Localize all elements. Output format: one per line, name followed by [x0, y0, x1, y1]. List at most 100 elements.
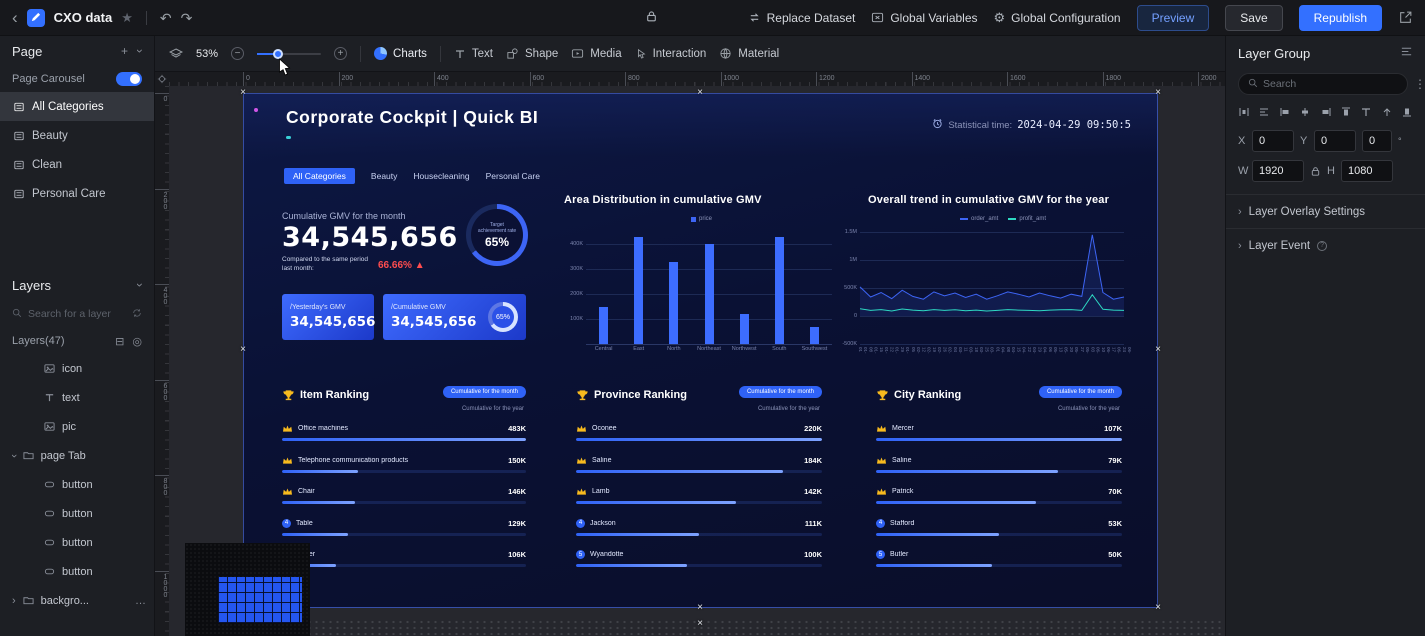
- zoom-in-button[interactable]: +: [334, 47, 348, 60]
- align-top-icon[interactable]: [1340, 106, 1352, 118]
- crown-icon: [576, 424, 587, 433]
- layer-item[interactable]: button: [0, 470, 154, 499]
- panel-list-icon[interactable]: [1400, 45, 1413, 61]
- layers-panel-icon[interactable]: [169, 47, 183, 61]
- layer-overlay-settings-section[interactable]: › Layer Overlay Settings: [1226, 194, 1425, 228]
- layer-item[interactable]: button: [0, 528, 154, 557]
- page-carousel-toggle[interactable]: [116, 72, 142, 86]
- dashboard-artboard[interactable]: Corporate Cockpit | Quick BI Statistical…: [243, 93, 1158, 608]
- chevron-icon[interactable]: ›: [8, 454, 20, 458]
- ranking-period-sub: Cumulative for the year: [1057, 406, 1120, 412]
- resize-handle[interactable]: ×: [1153, 88, 1163, 98]
- export-icon[interactable]: [1398, 10, 1413, 25]
- favorite-star-icon[interactable]: ★: [121, 10, 133, 26]
- dashboard-tab[interactable]: Beauty: [371, 171, 397, 181]
- resize-handle[interactable]: ×: [695, 603, 705, 613]
- x-axis-line: [586, 344, 832, 345]
- resize-handle[interactable]: ×: [695, 619, 705, 629]
- rank-number-badge: 4: [282, 518, 291, 528]
- align-justify-icon[interactable]: [1258, 106, 1270, 118]
- chevron-down-icon[interactable]: ›: [133, 49, 147, 53]
- layer-item[interactable]: › backgro...…: [0, 586, 154, 615]
- layer-group-search[interactable]: [1238, 73, 1408, 95]
- ruler-tick-label: 0: [155, 93, 169, 102]
- menu-interaction[interactable]: Interaction: [635, 48, 706, 60]
- resize-handle[interactable]: ×: [238, 345, 248, 355]
- x-input[interactable]: [1252, 130, 1294, 152]
- move-up-icon[interactable]: [1381, 106, 1393, 118]
- layer-item[interactable]: button: [0, 557, 154, 586]
- y-input[interactable]: [1314, 130, 1356, 152]
- align-center-horizontal-icon[interactable]: [1299, 106, 1311, 118]
- chevron-icon[interactable]: ›: [12, 595, 16, 607]
- more-options-icon[interactable]: ⋮: [1414, 77, 1425, 91]
- chevron-down-icon[interactable]: ›: [133, 283, 147, 287]
- layer-event-section[interactable]: › Layer Event ?: [1226, 228, 1425, 262]
- layer-group-search-input[interactable]: [1263, 78, 1398, 90]
- resize-handle[interactable]: ×: [238, 88, 248, 98]
- zoom-slider[interactable]: [257, 48, 322, 59]
- ranking-period-pill[interactable]: Cumulative for the month: [738, 386, 822, 398]
- layer-item[interactable]: icon: [0, 354, 154, 383]
- more-options-icon[interactable]: …: [135, 595, 146, 607]
- legend-item: order_amt: [960, 216, 998, 222]
- x-axis-label: 05-13: [1058, 347, 1069, 354]
- distribute-horizontal-icon[interactable]: [1238, 106, 1250, 118]
- layer-item-label: icon: [62, 362, 83, 375]
- menu-text[interactable]: Text: [454, 48, 493, 60]
- refresh-icon[interactable]: [132, 305, 142, 323]
- back-button[interactable]: ‹: [12, 9, 18, 26]
- width-input[interactable]: [1252, 160, 1304, 182]
- menu-shape[interactable]: Shape: [506, 47, 558, 60]
- height-input[interactable]: [1341, 160, 1393, 182]
- replace-dataset-button[interactable]: Replace Dataset: [748, 11, 855, 25]
- zoom-slider-knob[interactable]: [273, 48, 284, 59]
- resize-handle[interactable]: ×: [1153, 345, 1163, 355]
- layer-item[interactable]: button: [0, 499, 154, 528]
- ranking-period-pill[interactable]: Cumulative for the month: [1038, 386, 1122, 398]
- dashboard-tab[interactable]: All Categories: [284, 168, 355, 184]
- dashboard-tab[interactable]: Personal Care: [486, 171, 540, 181]
- ranking-item-value: 220K: [804, 424, 822, 433]
- locate-layer-icon[interactable]: ◎: [132, 335, 142, 348]
- layer-item[interactable]: pic: [0, 412, 154, 441]
- left-sidebar: Page + › Page Carousel All Categories Bea…: [0, 36, 155, 636]
- layer-item[interactable]: text: [0, 383, 154, 412]
- layer-search-input[interactable]: [28, 308, 126, 320]
- menu-media[interactable]: Media: [571, 47, 622, 60]
- collapse-all-icon[interactable]: ⊟: [115, 335, 124, 348]
- undo-icon[interactable]: ↶: [160, 11, 172, 25]
- zoom-out-button[interactable]: −: [231, 47, 245, 60]
- rotation-input[interactable]: [1362, 130, 1392, 152]
- align-left-icon[interactable]: [1279, 106, 1291, 118]
- resize-handle[interactable]: ×: [695, 88, 705, 98]
- sidebar-item-category[interactable]: Personal Care: [0, 179, 154, 208]
- menu-material[interactable]: Material: [719, 47, 779, 60]
- preview-button[interactable]: Preview: [1136, 4, 1210, 31]
- help-icon[interactable]: ?: [1317, 240, 1328, 251]
- resize-handle[interactable]: ×: [1153, 603, 1163, 613]
- ruler-origin-icon[interactable]: [155, 72, 169, 86]
- ranking-item-value: 111K: [804, 518, 822, 528]
- sidebar-item-category[interactable]: Clean: [0, 150, 154, 179]
- global-variables-button[interactable]: Global Variables: [871, 11, 978, 25]
- redo-icon[interactable]: ↷: [181, 11, 193, 25]
- text-align-icon[interactable]: [1360, 106, 1372, 118]
- republish-button[interactable]: Republish: [1298, 4, 1382, 31]
- layer-item[interactable]: › page Tab: [0, 441, 154, 470]
- aspect-lock-icon[interactable]: [1310, 166, 1321, 177]
- dashboard-tab[interactable]: Housecleaning: [413, 171, 469, 181]
- menu-charts[interactable]: Charts: [374, 47, 427, 60]
- align-bottom-icon[interactable]: [1401, 106, 1413, 118]
- canvas-viewport[interactable]: Corporate Cockpit | Quick BI Statistical…: [169, 86, 1225, 636]
- sidebar-item-category[interactable]: Beauty: [0, 121, 154, 150]
- ranking-period-pill[interactable]: Cumulative for the month: [442, 386, 526, 398]
- global-configuration-button[interactable]: ⚙ Global Configuration: [994, 10, 1121, 26]
- y-axis-tick: 1.5M: [844, 229, 857, 235]
- add-page-icon[interactable]: +: [121, 44, 128, 58]
- align-right-icon[interactable]: [1320, 106, 1332, 118]
- save-button[interactable]: Save: [1225, 4, 1283, 31]
- lock-icon[interactable]: [645, 10, 658, 28]
- minimap[interactable]: [185, 543, 310, 636]
- sidebar-item-category[interactable]: All Categories: [0, 92, 154, 121]
